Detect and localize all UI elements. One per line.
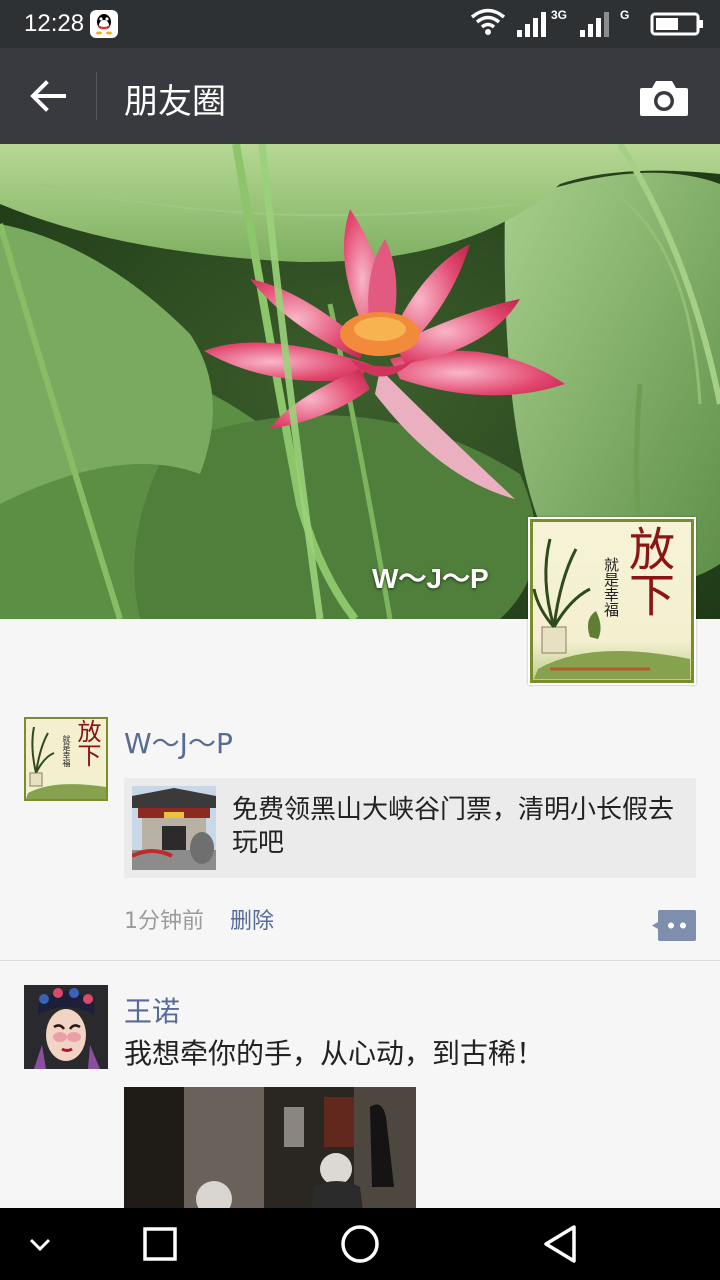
triangle-back-icon (544, 1225, 576, 1263)
profile-avatar[interactable]: 放下 就是幸福 (527, 516, 697, 686)
post-time: 1分钟前 (124, 909, 204, 934)
network-type-secondary-label: G (620, 8, 630, 22)
square-icon (143, 1227, 177, 1261)
post-author-name[interactable]: 王诺 (124, 990, 180, 1030)
avatar-calligraphy-main: 放下 (622, 525, 676, 617)
back-button[interactable] (22, 72, 78, 120)
nav-back-button[interactable] (524, 1208, 596, 1280)
post-avatar[interactable]: 放下 就是幸福 (24, 717, 108, 801)
nav-recents-button[interactable] (124, 1208, 196, 1280)
comment-button[interactable] (652, 910, 696, 941)
status-bar: 12:28 3G G (0, 0, 720, 48)
chevron-down-icon (29, 1238, 51, 1252)
post-photo[interactable] (124, 1087, 416, 1217)
avatar-calligraphy-sub: 就是幸福 (602, 557, 620, 617)
avatar-calligraphy-main: 放下 (73, 719, 101, 767)
battery-icon (650, 12, 706, 40)
circle-icon (341, 1225, 379, 1263)
post-text: 我想牵你的手，从心动，到古稀！ (124, 1037, 545, 1070)
toolbar-divider (96, 72, 97, 120)
camera-button[interactable] (638, 78, 690, 118)
signal-secondary-icon (578, 10, 612, 42)
post-author-name[interactable]: W～J～P (124, 722, 233, 762)
delete-link[interactable]: 删除 (230, 903, 274, 935)
link-title: 免费领黑山大峡谷门票，清明小长假去玩吧 (232, 795, 675, 858)
link-thumbnail (132, 786, 216, 870)
status-time: 12:28 (24, 10, 85, 37)
post-avatar[interactable] (24, 985, 108, 1069)
avatar-image (24, 985, 108, 1069)
signal-icon (515, 10, 549, 42)
network-type-label: 3G (551, 8, 568, 22)
post-separator (0, 960, 720, 961)
avatar-calligraphy-sub: 就是幸福 (62, 735, 71, 767)
camera-icon (640, 81, 688, 116)
shared-link-card[interactable]: 免费领黑山大峡谷门票，清明小长假去玩吧 (124, 778, 696, 878)
qq-notification-icon (90, 10, 118, 38)
arrow-left-icon (30, 80, 66, 112)
page-title: 朋友圈 (124, 82, 226, 122)
nav-home-button[interactable] (324, 1208, 396, 1280)
nav-hide-button[interactable] (4, 1208, 76, 1280)
app-toolbar: 朋友圈 (0, 48, 720, 144)
system-navigation-bar (0, 1208, 720, 1280)
wifi-icon (470, 8, 506, 40)
cover-user-name: W～J～P (372, 563, 489, 594)
comment-icon (652, 910, 696, 941)
